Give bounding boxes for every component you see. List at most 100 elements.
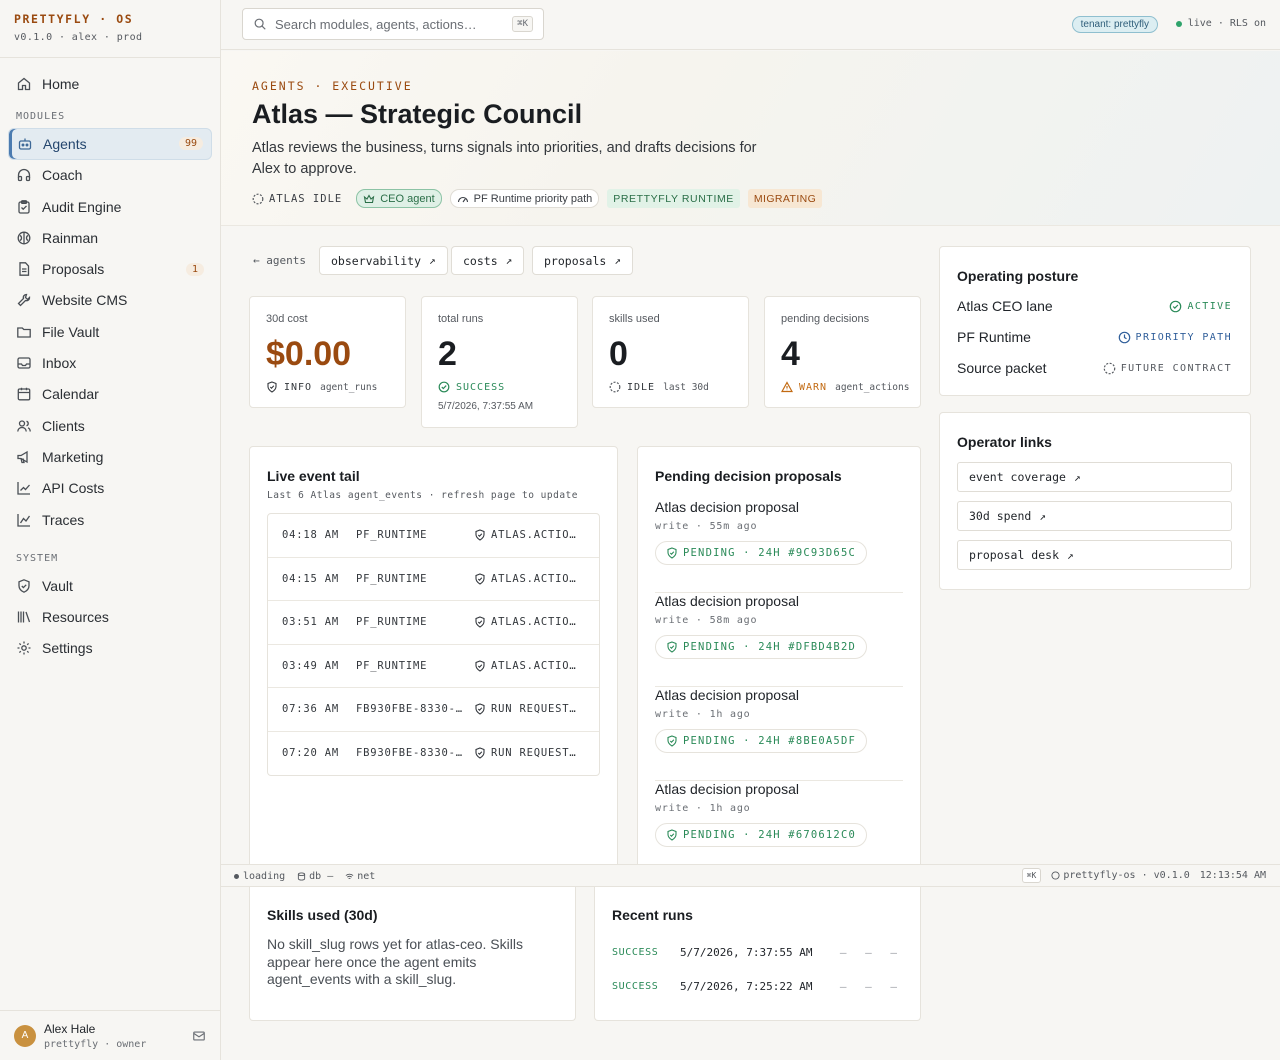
proposals-link[interactable]: proposals ↗ [532, 246, 633, 275]
event-type-label: ATLAS.ACTIO… [491, 659, 577, 672]
sidebar-item-vault[interactable]: Vault [8, 570, 212, 601]
table-row[interactable]: 03:49 AM PF_RUNTIME ATLAS.ACTIO… [268, 645, 599, 688]
shield-check-icon [474, 616, 486, 628]
external-arrow-icon: ↗ [1067, 548, 1074, 562]
stat-sub: last 30d [663, 381, 709, 393]
user-card[interactable]: A Alex Hale prettyfly · owner [0, 1010, 220, 1060]
link-label: event coverage [969, 470, 1066, 484]
event-type: ATLAS.ACTIO… [474, 616, 576, 628]
command-palette-shortcut[interactable]: ⌘K [1021, 868, 1042, 883]
operator-links-card: Operator links event coverage ↗ 30d spend… [939, 412, 1251, 590]
sidebar-item-clients[interactable]: Clients [8, 410, 212, 441]
stat-label: skills used [609, 313, 660, 325]
robot-icon [17, 136, 33, 152]
stat-card-runs: total runs 2 SUCCESS 5/7/2026, 7:37:55 A… [421, 296, 578, 428]
sidebar-item-website-cms[interactable]: Website CMS [8, 285, 212, 316]
users-icon [16, 418, 32, 434]
run-status: SUCCESS [612, 980, 659, 992]
external-arrow-icon: ↗ [429, 254, 436, 267]
sidebar-item-home[interactable]: Home [8, 68, 212, 99]
stat-value: $0.00 [266, 335, 352, 373]
card-title: Operator links [957, 434, 1052, 450]
proposal-item[interactable]: Atlas decision proposal write · 1h ago P… [655, 781, 903, 875]
card-title: Recent runs [612, 907, 693, 923]
sidebar-item-file-vault[interactable]: File Vault [8, 316, 212, 347]
sidebar-item-label: API Costs [42, 480, 105, 497]
run-date: 5/7/2026, 7:37:55 AM [680, 945, 813, 959]
table-row[interactable]: 04:15 AM PF_RUNTIME ATLAS.ACTIO… [268, 558, 599, 601]
sidebar-item-audit-engine[interactable]: Audit Engine [8, 191, 212, 222]
sidebar-item-proposals[interactable]: Proposals 1 [8, 253, 212, 284]
shield-check-icon [666, 547, 678, 559]
mail-icon[interactable] [192, 1029, 206, 1043]
proposal-status-label: PENDING · 24H #8BE0A5DF [683, 735, 856, 747]
event-type-label: ATLAS.ACTIO… [491, 572, 577, 585]
event-time: 04:18 AM [282, 529, 339, 542]
headphones-icon [16, 167, 32, 183]
status-dot [234, 873, 239, 879]
card-title: Skills used (30d) [267, 907, 378, 923]
stat-date: 5/7/2026, 7:37:55 AM [438, 401, 534, 412]
table-row[interactable]: 03:51 AM PF_RUNTIME ATLAS.ACTIO… [268, 601, 599, 645]
proposal-item[interactable]: Atlas decision proposal write · 58m ago … [655, 593, 903, 687]
proposal-status-badge: PENDING · 24H #670612C0 [655, 823, 867, 847]
proposal-item[interactable]: Atlas decision proposal write · 1h ago P… [655, 687, 903, 781]
stat-card-pending: pending decisions 4 WARN agent_actions [764, 296, 921, 408]
posture-status: FUTURE CONTRACT [1103, 362, 1232, 375]
event-type: RUN REQUEST… [474, 747, 576, 759]
search-icon [253, 17, 267, 31]
sidebar-item-inbox[interactable]: Inbox [8, 347, 212, 378]
observability-link[interactable]: observability ↗ [319, 246, 448, 275]
table-row[interactable]: SUCCESS 5/7/2026, 7:25:22 AM – – – [612, 976, 903, 996]
table-row[interactable]: 07:20 AM FB930FBE-8330-… RUN REQUEST… [268, 732, 599, 776]
table-row[interactable]: 04:18 AM PF_RUNTIME ATLAS.ACTIO… [268, 514, 599, 558]
shield-check-icon [666, 829, 678, 841]
back-to-agents-link[interactable]: ← agents [253, 254, 306, 267]
stat-sub: agent_actions [835, 381, 910, 393]
event-time: 07:36 AM [282, 703, 339, 716]
sidebar-item-settings[interactable]: Settings [8, 633, 212, 664]
sidebar-item-marketing[interactable]: Marketing [8, 441, 212, 472]
db-status: db – [297, 871, 333, 882]
proposal-status-badge: PENDING · 24H #8BE0A5DF [655, 729, 867, 753]
warning-icon [781, 381, 793, 393]
sidebar-item-calendar[interactable]: Calendar [8, 379, 212, 410]
sidebar-item-coach[interactable]: Coach [8, 160, 212, 191]
search-input[interactable]: Search modules, agents, actions… ⌘K [242, 8, 544, 40]
costs-link[interactable]: costs ↗ [451, 246, 525, 275]
tenant-badge[interactable]: tenant: prettyfly [1071, 16, 1158, 33]
proposal-status-label: PENDING · 24H #DFBD4B2D [683, 641, 856, 653]
sidebar-item-resources[interactable]: Resources [8, 601, 212, 632]
crown-icon [363, 193, 375, 205]
search-shortcut: ⌘K [512, 16, 533, 32]
table-row[interactable]: 07:36 AM FB930FBE-8330-… RUN REQUEST… [268, 688, 599, 732]
stat-status-label: WARN [799, 381, 828, 393]
loading-label: loading [243, 871, 286, 882]
event-type: ATLAS.ACTIO… [474, 573, 576, 585]
sidebar-item-rainman[interactable]: Rainman [8, 222, 212, 253]
loading-status: loading [234, 871, 285, 882]
table-row[interactable]: SUCCESS 5/7/2026, 7:37:55 AM – – – [612, 942, 903, 962]
sidebar-item-traces[interactable]: Traces [8, 504, 212, 535]
operator-link-proposal-desk[interactable]: proposal desk ↗ [957, 540, 1232, 570]
sidebar-item-api-costs[interactable]: API Costs [8, 473, 212, 504]
live-status-text: live · RLS on [1187, 18, 1266, 29]
sidebar-item-label: Coach [42, 167, 83, 184]
brand: PRETTYFLY · OS v0.1.0 · alex · prod [0, 0, 220, 58]
role-chip-label: CEO agent [380, 192, 435, 205]
event-type-label: RUN REQUEST… [491, 703, 577, 716]
nav-section-modules: MODULES [16, 111, 66, 123]
wrench-icon [16, 292, 32, 308]
count-badge: 1 [185, 262, 204, 276]
copyright-icon [1051, 871, 1060, 880]
sidebar-item-agents[interactable]: Agents 99 [8, 128, 212, 160]
topbar: Search modules, agents, actions… ⌘K tena… [221, 0, 1280, 50]
event-type: ATLAS.ACTIO… [474, 529, 576, 541]
home-icon [16, 76, 32, 92]
run-metrics: – – – [839, 945, 903, 959]
operator-link-event-coverage[interactable]: event coverage ↗ [957, 462, 1232, 492]
link-label: 30d spend [969, 509, 1032, 523]
shield-check-icon [474, 747, 486, 759]
proposal-item[interactable]: Atlas decision proposal write · 55m ago … [655, 499, 903, 593]
operator-link-30d-spend[interactable]: 30d spend ↗ [957, 501, 1232, 531]
